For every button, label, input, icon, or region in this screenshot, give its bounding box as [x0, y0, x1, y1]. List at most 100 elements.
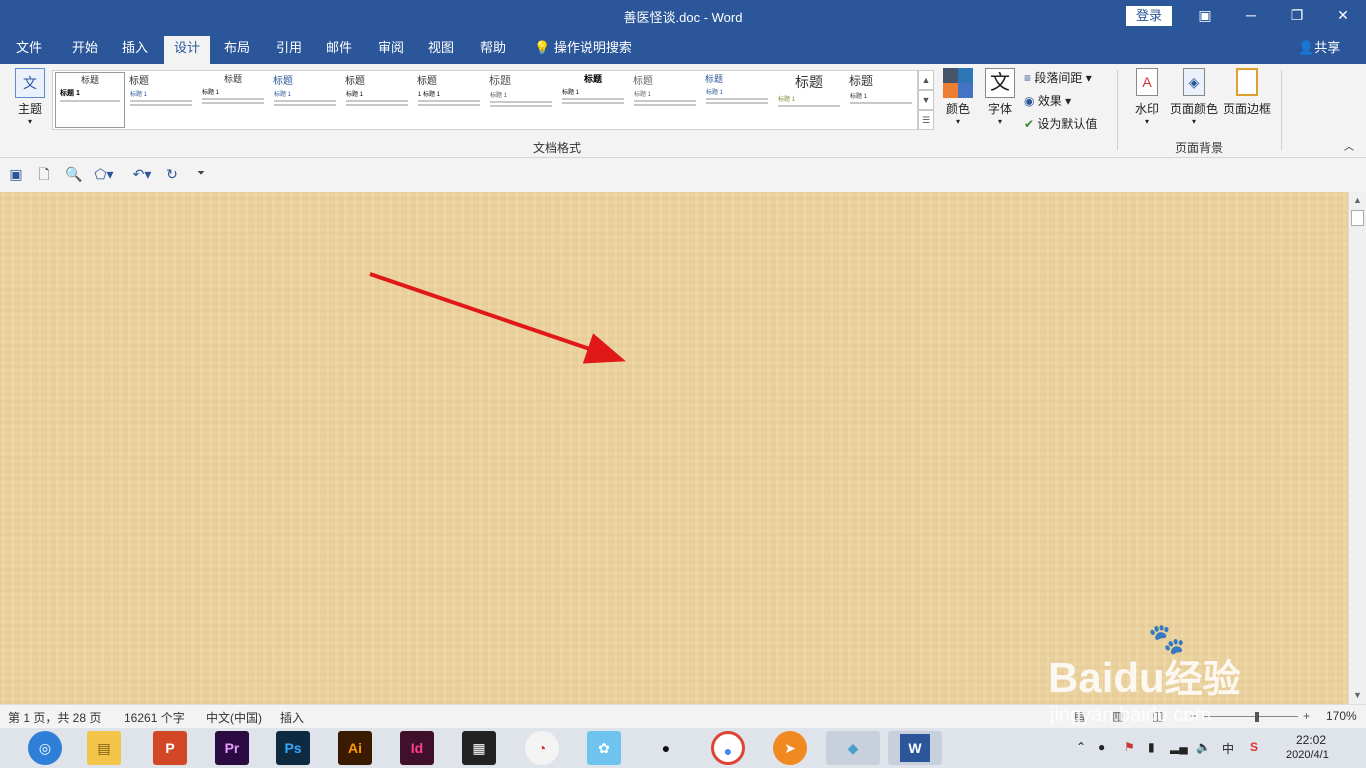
style-set-item[interactable]: 标题 标题 1: [702, 72, 772, 128]
tab-review[interactable]: 审阅: [370, 36, 412, 64]
paragraph-spacing-button[interactable]: ≡ 段落间距 ▾: [1024, 68, 1092, 88]
illustrator-icon[interactable]: Ai: [338, 731, 372, 765]
tab-view[interactable]: 视图: [420, 36, 462, 64]
style-set-item[interactable]: 标题 标题 1: [270, 72, 340, 128]
powerpoint-icon[interactable]: P: [153, 731, 187, 765]
gallery-up-icon[interactable]: ▲: [918, 70, 934, 90]
save-icon[interactable]: ▣: [7, 165, 25, 183]
clock-date[interactable]: 2020/4/1: [1286, 749, 1329, 761]
style-set-item[interactable]: 标题 标题 1: [486, 72, 556, 128]
word-taskbar-button[interactable]: W: [888, 731, 942, 765]
print-layout-icon[interactable]: ▥: [1112, 709, 1123, 723]
zoom-slider[interactable]: [1204, 716, 1298, 717]
watermark-button[interactable]: A 水印 ▾: [1128, 68, 1166, 126]
insert-mode[interactable]: 插入: [280, 709, 304, 726]
tell-me-search[interactable]: 💡 操作说明搜索: [534, 36, 632, 64]
indesign-icon[interactable]: Id: [400, 731, 434, 765]
fonts-button[interactable]: 文 字体 ▾: [982, 68, 1018, 126]
set-as-default-button[interactable]: ✔ 设为默认值: [1024, 114, 1097, 134]
style-set-title: 标题: [633, 76, 653, 87]
undo-icon[interactable]: ↶▾: [128, 165, 156, 183]
chevron-down-icon: ▾: [1191, 117, 1196, 126]
qq-icon[interactable]: ●: [649, 731, 683, 765]
style-set-text-line: [562, 98, 624, 100]
style-set-text-line: [130, 104, 192, 106]
themes-button[interactable]: 文 主题 ▾: [10, 68, 50, 126]
close-icon[interactable]: ✕: [1320, 0, 1366, 30]
style-set-item[interactable]: 标题 标题 1: [774, 72, 844, 128]
style-set-item[interactable]: 标题 标题 1: [342, 72, 412, 128]
share-button[interactable]: 👤共享: [1298, 36, 1340, 64]
page-color-button[interactable]: ◈ 页面颜色 ▾: [1168, 68, 1220, 126]
style-set-item[interactable]: 标题 标题 1: [198, 72, 268, 128]
zoom-out-icon[interactable]: −: [1190, 709, 1197, 723]
style-set-item[interactable]: 标题 标题 1: [126, 72, 196, 128]
style-set-item[interactable]: 标题 标题 1: [558, 72, 628, 128]
video-editor-icon[interactable]: ▦: [462, 731, 496, 765]
colors-button[interactable]: 颜色 ▾: [940, 68, 976, 126]
web-layout-icon[interactable]: ◫: [1152, 709, 1163, 723]
tab-home[interactable]: 开始: [62, 36, 108, 64]
tab-mailings[interactable]: 邮件: [318, 36, 360, 64]
minimize-icon[interactable]: ─: [1228, 0, 1274, 30]
style-set-item[interactable]: 标题 标题 1: [630, 72, 700, 128]
zoom-in-icon[interactable]: +: [1303, 709, 1310, 723]
zoom-slider-thumb[interactable]: [1255, 712, 1259, 722]
signal-icon[interactable]: ▂▄: [1170, 740, 1188, 754]
scroll-thumb[interactable]: [1351, 210, 1364, 226]
page-borders-button[interactable]: 页面边框: [1222, 68, 1272, 117]
tab-insert[interactable]: 插入: [114, 36, 156, 64]
style-set-item[interactable]: 标题 1 标题 1: [414, 72, 484, 128]
tab-help[interactable]: 帮助: [472, 36, 514, 64]
tab-references[interactable]: 引用: [268, 36, 310, 64]
volume-icon[interactable]: 🔈: [1196, 740, 1211, 754]
word-count[interactable]: 16261 个字: [124, 709, 185, 726]
gallery-down-icon[interactable]: ▼: [918, 90, 934, 110]
sogou-icon[interactable]: S: [1250, 740, 1258, 754]
document-page[interactable]: [0, 192, 1348, 704]
network-warning-icon[interactable]: ⚑: [1124, 740, 1135, 754]
tab-file[interactable]: 文件: [8, 36, 50, 64]
ime-indicator[interactable]: 中: [1222, 740, 1234, 757]
app-orange-icon[interactable]: ➤: [773, 731, 807, 765]
language-indicator[interactable]: 中文(中国): [206, 709, 262, 726]
collapse-ribbon-icon[interactable]: ︿: [1344, 138, 1354, 158]
effects-button[interactable]: ◉ 效果 ▾: [1024, 91, 1071, 111]
qq-tray-icon[interactable]: ●: [1098, 740, 1105, 754]
customize-qat-icon[interactable]: ⏷: [192, 165, 210, 183]
ribbon-display-options-icon[interactable]: ▣: [1182, 0, 1228, 30]
photoshop-icon[interactable]: Ps: [276, 731, 310, 765]
chrome-icon[interactable]: ●: [711, 731, 745, 765]
style-set-text-line: [490, 101, 552, 103]
premiere-icon[interactable]: Pr: [215, 731, 249, 765]
tray-expand-icon[interactable]: ⌃: [1076, 740, 1086, 754]
tab-design[interactable]: 设计: [164, 36, 210, 64]
clock-time[interactable]: 22:02: [1296, 733, 1326, 747]
app-pie-icon[interactable]: ◔: [525, 731, 559, 765]
shapes-icon[interactable]: ⬠▾: [90, 165, 118, 183]
zoom-level[interactable]: 170%: [1326, 709, 1357, 723]
file-explorer-icon[interactable]: ▤: [87, 731, 121, 765]
vertical-scrollbar[interactable]: ▲ ▼: [1348, 192, 1366, 704]
page-count[interactable]: 第 1 页，共 28 页: [8, 709, 101, 726]
page-color-label: 页面颜色: [1169, 102, 1218, 116]
style-set-item[interactable]: 标题 标题 1: [55, 72, 125, 128]
gallery-more-icon[interactable]: ☰: [918, 110, 934, 130]
scroll-up-icon[interactable]: ▲: [1351, 194, 1364, 207]
style-set-text-line: [706, 98, 768, 100]
style-set-item[interactable]: 标题 标题 1: [846, 72, 916, 128]
style-set-text-line: [778, 105, 840, 107]
battery-icon[interactable]: ▮: [1148, 740, 1155, 754]
redo-icon[interactable]: ↻: [163, 165, 181, 183]
read-mode-icon[interactable]: ▤: [1074, 709, 1085, 723]
style-set-title: 标题: [223, 74, 242, 84]
restore-icon[interactable]: ❐: [1274, 0, 1320, 30]
tab-layout[interactable]: 布局: [216, 36, 258, 64]
browser-icon[interactable]: ◎: [28, 731, 62, 765]
scroll-down-icon[interactable]: ▼: [1351, 689, 1364, 702]
new-document-icon[interactable]: 🗋: [35, 165, 53, 183]
print-preview-icon[interactable]: 🔍: [65, 165, 83, 183]
app-bird-icon[interactable]: ✿: [587, 731, 621, 765]
signin-button[interactable]: 登录: [1126, 6, 1172, 26]
app-notes-icon[interactable]: ◆: [826, 731, 880, 765]
